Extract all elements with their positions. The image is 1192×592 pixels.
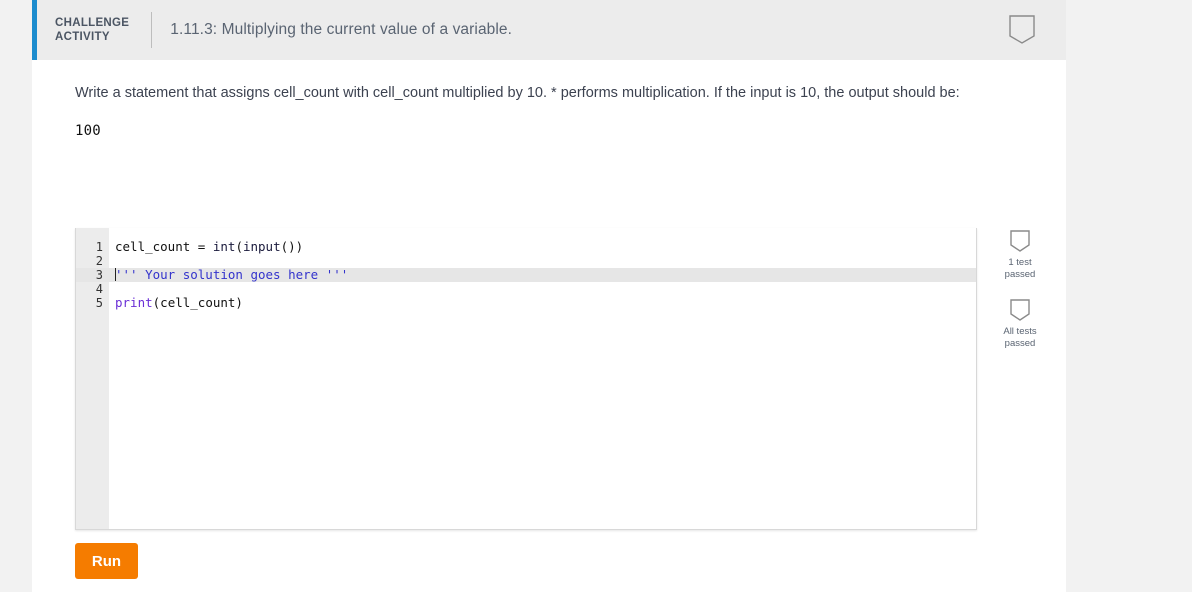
code-line[interactable]: 3 ''' Your solution goes here ''' xyxy=(76,268,976,282)
code-line-text: ''' Your solution goes here ''' xyxy=(115,268,348,282)
shield-badge-icon xyxy=(1004,12,1040,48)
shield-badge-icon xyxy=(1007,297,1033,323)
code-token: ()) xyxy=(280,239,304,254)
line-number: 3 xyxy=(95,268,103,282)
challenge-activity-label: CHALLENGE ACTIVITY xyxy=(55,17,130,43)
activity-title: 1.11.3: Multiplying the current value of… xyxy=(170,21,513,38)
code-token: print xyxy=(115,295,153,310)
line-number: 1 xyxy=(95,240,103,254)
code-line-text: print(cell_count) xyxy=(115,296,243,310)
instruction-text: Write a statement that assigns cell_coun… xyxy=(75,85,960,101)
header-accent-bar xyxy=(32,0,37,60)
code-token: int xyxy=(212,239,236,254)
code-token: = xyxy=(197,239,213,254)
test-result-label: All tests passed xyxy=(1003,326,1037,349)
code-token: (cell_count) xyxy=(152,295,243,310)
activity-header: CHALLENGE ACTIVITY 1.11.3: Multiplying t… xyxy=(32,0,1066,60)
test-result-label: 1 test passed xyxy=(1004,257,1036,280)
line-number: 5 xyxy=(95,296,103,310)
code-editor[interactable]: 1 cell_count = int(input()) 2 3 ''' Your sol… xyxy=(75,228,977,530)
code-lines-container[interactable]: 1 cell_count = int(input()) 2 3 ''' Your sol… xyxy=(76,228,976,310)
code-line[interactable]: 4 xyxy=(76,282,976,296)
run-button[interactable]: Run xyxy=(75,543,138,579)
shield-badge-icon xyxy=(1007,228,1033,254)
line-number: 4 xyxy=(95,282,103,296)
code-line[interactable]: 5 print(cell_count) xyxy=(76,296,976,311)
test-result-item: 1 test passed xyxy=(987,228,1053,281)
line-number: 2 xyxy=(95,254,103,268)
code-token: ''' Your solution goes here ''' xyxy=(115,267,349,282)
code-line[interactable]: 1 cell_count = int(input()) xyxy=(76,240,976,255)
sample-output-text: 100 xyxy=(75,123,101,139)
code-token: input xyxy=(242,239,281,254)
page-root: CHALLENGE ACTIVITY 1.11.3: Multiplying t… xyxy=(0,0,1192,592)
code-line[interactable]: 2 xyxy=(76,254,976,268)
test-results-panel: 1 test passed All tests passed xyxy=(987,228,1053,366)
test-result-item: All tests passed xyxy=(987,297,1053,350)
code-line-text: cell_count = int(input()) xyxy=(115,240,303,254)
code-token: ( xyxy=(235,239,243,254)
activity-body: Write a statement that assigns cell_coun… xyxy=(32,60,1066,139)
code-token: cell_count xyxy=(115,239,198,254)
header-divider xyxy=(151,12,153,48)
challenge-activity-card: CHALLENGE ACTIVITY 1.11.3: Multiplying t… xyxy=(32,0,1066,592)
